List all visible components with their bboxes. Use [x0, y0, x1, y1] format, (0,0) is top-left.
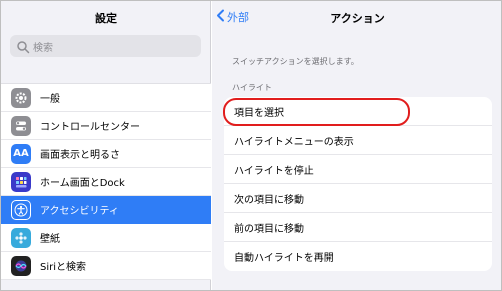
sidebar-item-label: 画面表示と明るさ	[40, 150, 120, 161]
actions-panel: 外部 アクション スイッチアクションを選択します。 ハイライト 項目を選択 ハイ…	[212, 1, 501, 290]
sidebar-item-accessibility[interactable]: アクセシビリティ	[1, 196, 211, 224]
sidebar-title: 設定	[95, 12, 117, 25]
settings-window: 設定 検索 一般 コントロールセンター AA 画面表示と明るさ ホーム画面とDo…	[0, 0, 502, 291]
text-size-icon: AA	[11, 143, 31, 164]
home-grid-icon	[11, 171, 31, 192]
sidebar-item-label: 壁紙	[40, 234, 60, 245]
search-field[interactable]: 検索	[10, 35, 201, 57]
accessibility-icon	[11, 199, 31, 220]
red-annotation-oval	[223, 98, 410, 126]
search-icon	[16, 39, 30, 54]
sidebar-item-general[interactable]: 一般	[1, 84, 211, 112]
page-title: アクション	[330, 12, 385, 25]
sidebar-item-label: アクセシビリティ	[40, 206, 119, 217]
action-row-resume-auto-highlight[interactable]: 自動ハイライトを再開	[224, 242, 492, 271]
sidebar-item-display[interactable]: AA 画面表示と明るさ	[1, 140, 211, 168]
sidebar-item-label: ホーム画面とDock	[40, 178, 125, 189]
sidebar-item-label: コントロールセンター	[40, 122, 140, 133]
action-row-next-item[interactable]: 次の項目に移動	[224, 184, 492, 213]
sidebar-item-wallpaper[interactable]: 壁紙	[1, 224, 211, 252]
settings-sidebar: 設定 検索 一般 コントロールセンター AA 画面表示と明るさ ホーム画面とDo…	[1, 1, 211, 290]
wallpaper-icon	[11, 227, 31, 248]
sidebar-item-home-screen[interactable]: ホーム画面とDock	[1, 168, 211, 196]
siri-icon	[11, 255, 31, 276]
section-header: ハイライト	[232, 83, 272, 92]
search-placeholder: 検索	[33, 42, 53, 54]
action-row-show-highlight-menu[interactable]: ハイライトメニューの表示	[224, 126, 492, 155]
action-row-stop-highlight[interactable]: ハイライトを停止	[224, 155, 492, 184]
sidebar-item-label: Siriと検索	[40, 262, 87, 273]
settings-list: 一般 コントロールセンター AA 画面表示と明るさ ホーム画面とDock アクセ…	[1, 83, 211, 280]
toggles-icon	[11, 115, 31, 136]
action-row-previous-item[interactable]: 前の項目に移動	[224, 213, 492, 242]
sidebar-item-control-center[interactable]: コントロールセンター	[1, 112, 211, 140]
gear-icon	[11, 87, 31, 108]
description-text: スイッチアクションを選択します。	[232, 57, 359, 66]
sidebar-item-label: 一般	[40, 94, 60, 105]
sidebar-item-siri[interactable]: Siriと検索	[1, 252, 211, 280]
